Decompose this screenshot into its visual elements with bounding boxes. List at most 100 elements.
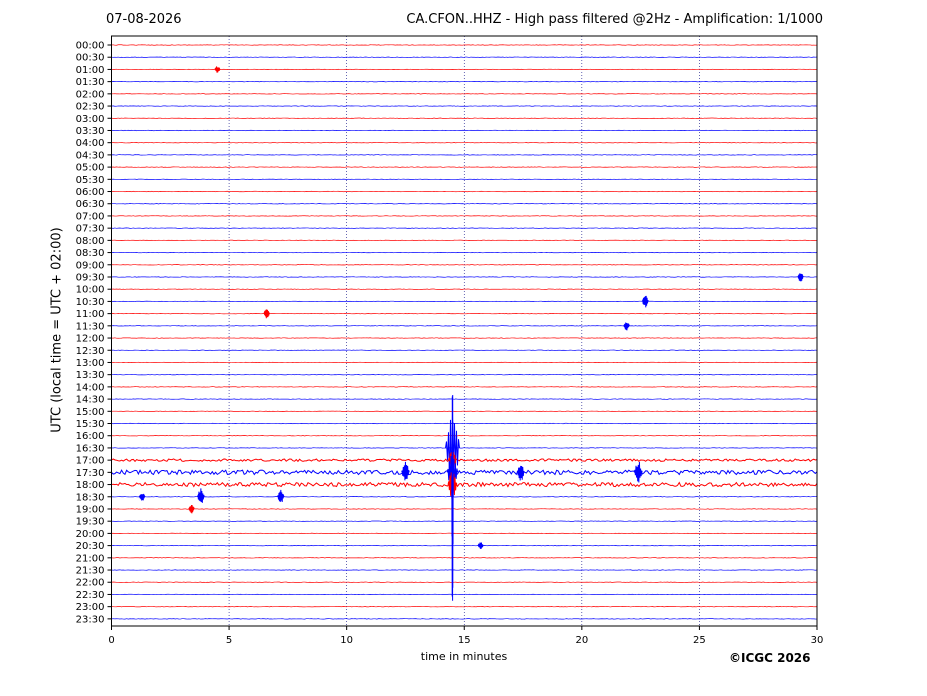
trace-row <box>111 496 818 498</box>
trace-row <box>111 288 818 290</box>
event-mark <box>633 462 643 483</box>
trace-row <box>111 544 818 547</box>
y-tick-label: 04:30 <box>76 150 105 161</box>
trace-row <box>111 300 818 303</box>
y-tick-label: 01:00 <box>76 65 105 76</box>
trace-row <box>111 142 818 144</box>
trace-row <box>111 190 818 193</box>
trace-row <box>111 447 818 449</box>
y-tick-label: 09:00 <box>76 260 105 271</box>
trace-row <box>111 313 818 315</box>
y-tick-label: 19:30 <box>76 517 105 528</box>
y-tick-label: 17:30 <box>76 468 105 479</box>
y-tick-label: 15:00 <box>76 407 105 418</box>
x-tick-label: 30 <box>811 635 824 646</box>
event-mark <box>623 322 630 331</box>
trace-row <box>111 469 818 476</box>
grid-lines <box>228 36 700 626</box>
event-mark <box>797 273 804 282</box>
y-tick-label: 08:00 <box>76 236 105 247</box>
event-mark <box>277 489 285 502</box>
event-mark <box>401 461 410 481</box>
event-mark <box>516 465 525 481</box>
trace-row <box>111 178 818 180</box>
trace-row <box>111 44 818 46</box>
y-tick-label: 02:30 <box>76 102 105 113</box>
trace-row <box>111 203 818 205</box>
x-axis-ticks: 0 5 10 15 20 25 30 <box>108 626 823 646</box>
trace-row <box>111 569 818 571</box>
y-tick-label: 23:00 <box>76 602 105 613</box>
x-tick-label: 15 <box>458 635 471 646</box>
trace-row <box>111 227 818 229</box>
seismogram-plot: 0 5 10 15 20 25 30 00:0000:3001:0001:3002:00 02… <box>76 35 823 646</box>
y-tick-label: 00:30 <box>76 53 105 64</box>
trace-row <box>111 508 818 510</box>
y-tick-label: 17:00 <box>76 456 105 467</box>
y-tick-label: 07:30 <box>76 224 105 235</box>
trace-row <box>111 398 818 400</box>
y-tick-label: 19:00 <box>76 504 105 515</box>
y-tick-label: 13:00 <box>76 358 105 369</box>
y-tick-label: 14:00 <box>76 382 105 393</box>
event-mark <box>188 505 195 514</box>
trace-row <box>111 618 818 620</box>
trace-row <box>111 337 818 339</box>
trace-row <box>111 154 818 156</box>
y-tick-label: 16:00 <box>76 431 105 442</box>
x-tick-label: 5 <box>226 635 232 646</box>
trace-row <box>111 435 818 437</box>
y-tick-label: 03:30 <box>76 126 105 137</box>
y-tick-label: 11:30 <box>76 321 105 332</box>
y-tick-label: 22:30 <box>76 590 105 601</box>
y-tick-label: 21:00 <box>76 553 105 564</box>
x-tick-label: 25 <box>693 635 706 646</box>
y-tick-label: 11:00 <box>76 309 105 320</box>
trace-row <box>111 557 818 559</box>
event-mark <box>197 488 205 503</box>
trace-row <box>111 264 818 266</box>
y-tick-label: 22:00 <box>76 578 105 589</box>
x-tick-label: 10 <box>340 635 353 646</box>
trace-row <box>111 481 818 488</box>
trace-row <box>111 374 818 376</box>
trace-row <box>111 117 818 119</box>
y-tick-label: 06:30 <box>76 199 105 210</box>
y-tick-label: 10:30 <box>76 297 105 308</box>
y-axis-ticks: 00:0000:3001:0001:3002:00 02:3003:0003:30… <box>76 41 112 625</box>
event-marks <box>138 66 804 601</box>
y-tick-label: 18:30 <box>76 492 105 503</box>
y-tick-label: 18:00 <box>76 480 105 491</box>
x-tick-label: 20 <box>575 635 588 646</box>
y-tick-label: 03:00 <box>76 114 105 125</box>
y-tick-label: 05:30 <box>76 175 105 186</box>
y-tick-label: 14:30 <box>76 395 105 406</box>
y-tick-label: 05:00 <box>76 163 105 174</box>
y-tick-label: 06:00 <box>76 187 105 198</box>
event-mark <box>477 542 484 550</box>
y-tick-label: 01:30 <box>76 77 105 88</box>
trace-row <box>111 325 818 327</box>
trace-row <box>111 422 818 425</box>
event-mark <box>214 66 221 73</box>
y-tick-label: 08:30 <box>76 248 105 259</box>
trace-row <box>111 386 818 388</box>
x-tick-label: 0 <box>108 635 114 646</box>
trace-row <box>111 532 818 535</box>
trace-row <box>111 520 818 522</box>
trace-row <box>111 56 818 58</box>
y-tick-label: 10:00 <box>76 285 105 296</box>
y-tick-label: 20:00 <box>76 529 105 540</box>
trace-row <box>111 81 818 83</box>
y-tick-label: 20:30 <box>76 541 105 552</box>
trace-row <box>111 129 818 132</box>
y-tick-label: 23:30 <box>76 614 105 625</box>
event-mark <box>641 295 649 308</box>
y-tick-label: 12:00 <box>76 334 105 345</box>
trace-row <box>111 166 818 168</box>
y-tick-label: 15:30 <box>76 419 105 430</box>
event-mark <box>451 394 454 601</box>
y-tick-label: 12:30 <box>76 346 105 357</box>
trace-row <box>111 593 818 596</box>
y-tick-label: 16:30 <box>76 443 105 454</box>
